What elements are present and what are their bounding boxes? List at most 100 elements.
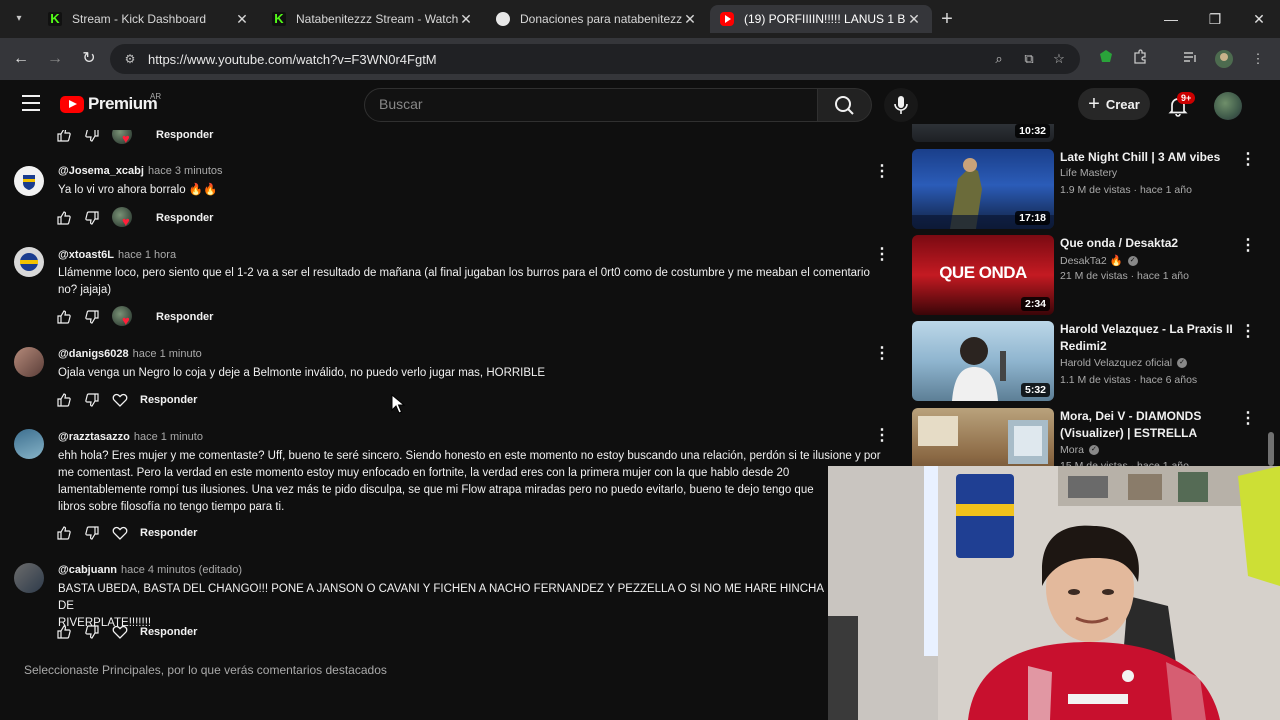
comment-options-icon[interactable]: ⋮ bbox=[874, 428, 890, 444]
video-thumbnail[interactable]: 17:18 bbox=[912, 149, 1054, 229]
dislike-icon[interactable] bbox=[84, 130, 100, 143]
dislike-icon[interactable] bbox=[84, 624, 100, 640]
reply-button[interactable]: Responder bbox=[140, 527, 197, 539]
reply-button[interactable]: Responder bbox=[140, 626, 197, 638]
heart-outline-icon[interactable] bbox=[112, 624, 128, 640]
comment-options-icon[interactable]: ⋮ bbox=[874, 247, 890, 263]
close-tab-icon[interactable]: ✕ bbox=[906, 11, 922, 28]
comment-time[interactable]: hace 1 minuto bbox=[133, 348, 202, 360]
new-tab-icon[interactable]: + bbox=[936, 8, 958, 30]
comment-options-icon[interactable]: ⋮ bbox=[874, 164, 890, 180]
search-box[interactable] bbox=[364, 88, 818, 122]
dislike-icon[interactable] bbox=[84, 210, 100, 226]
address-bar[interactable]: ⚙ https://www.youtube.com/watch?v=F3WN0r… bbox=[110, 44, 1080, 74]
avatar[interactable] bbox=[14, 247, 44, 277]
like-icon[interactable] bbox=[56, 309, 72, 325]
reply-button[interactable]: Responder bbox=[156, 130, 213, 141]
install-app-icon[interactable]: ⧉ bbox=[1020, 50, 1038, 68]
search-button[interactable] bbox=[818, 88, 872, 122]
close-tab-icon[interactable]: ✕ bbox=[458, 11, 474, 28]
like-icon[interactable] bbox=[56, 130, 72, 143]
browser-menu-icon[interactable]: ⋮ bbox=[1248, 49, 1268, 69]
like-icon[interactable] bbox=[56, 392, 72, 408]
create-button[interactable]: + Crear bbox=[1078, 88, 1150, 120]
site-info-icon[interactable]: ⚙ bbox=[122, 51, 138, 67]
extension-icon[interactable] bbox=[1096, 49, 1116, 69]
video-duration: 17:18 bbox=[1015, 211, 1050, 225]
comment-time[interactable]: hace 3 minutos bbox=[148, 165, 223, 177]
reply-button[interactable]: Responder bbox=[156, 212, 213, 224]
notifications-badge: 9+ bbox=[1177, 92, 1196, 104]
video-title[interactable]: Late Night Chill | 3 AM vibes bbox=[1060, 149, 1240, 166]
video-options-icon[interactable]: ⋮ bbox=[1240, 238, 1256, 254]
dislike-icon[interactable] bbox=[84, 525, 100, 541]
video-thumbnail[interactable]: 10:32 bbox=[912, 124, 1054, 142]
video-thumbnail[interactable]: QUE ONDA 2:34 bbox=[912, 235, 1054, 315]
comment-author[interactable]: @danigs6028 bbox=[58, 348, 129, 360]
voice-search-button[interactable] bbox=[884, 88, 918, 122]
video-thumbnail[interactable]: 5:32 bbox=[912, 321, 1054, 401]
video-options-icon[interactable]: ⋮ bbox=[1240, 324, 1256, 340]
profile-avatar-icon[interactable] bbox=[1214, 49, 1234, 69]
reload-icon[interactable]: ↻ bbox=[78, 48, 100, 70]
comment-time[interactable]: hace 4 minutos (editado) bbox=[121, 564, 242, 576]
reply-button[interactable]: Responder bbox=[156, 311, 213, 323]
close-tab-icon[interactable]: ✕ bbox=[682, 11, 698, 28]
url-text[interactable]: https://www.youtube.com/watch?v=F3WN0r4F… bbox=[148, 52, 437, 67]
avatar[interactable] bbox=[14, 347, 44, 377]
account-avatar[interactable] bbox=[1214, 92, 1242, 120]
comment-options-icon[interactable]: ⋮ bbox=[874, 346, 890, 362]
like-icon[interactable] bbox=[56, 210, 72, 226]
browser-tab[interactable]: K Stream - Kick Dashboard ✕ bbox=[38, 5, 260, 33]
heart-outline-icon[interactable] bbox=[112, 392, 128, 408]
browser-tab[interactable]: Donaciones para natabenitezzz ✕ bbox=[486, 5, 708, 33]
media-controls-icon[interactable] bbox=[1180, 49, 1200, 69]
comment-time[interactable]: hace 1 hora bbox=[118, 249, 176, 261]
scrollbar-thumb[interactable] bbox=[1268, 432, 1274, 466]
close-window-icon[interactable]: ✕ bbox=[1244, 8, 1274, 30]
menu-icon[interactable] bbox=[22, 95, 40, 111]
close-tab-icon[interactable]: ✕ bbox=[234, 11, 250, 28]
video-channel[interactable]: Mora ✓ bbox=[1060, 444, 1099, 456]
video-title[interactable]: Que onda / Desakta2 bbox=[1060, 235, 1240, 252]
comment-author[interactable]: @Josema_xcabj bbox=[58, 165, 144, 177]
video-channel[interactable]: Harold Velazquez oficial ✓ bbox=[1060, 357, 1188, 369]
video-channel[interactable]: DesakTa2 🔥 ✓ bbox=[1060, 254, 1138, 267]
search-input[interactable] bbox=[379, 96, 799, 112]
comment-author[interactable]: @xtoast6L bbox=[58, 249, 114, 261]
restore-icon[interactable]: ❐ bbox=[1200, 8, 1230, 30]
tab-search-chevron-icon[interactable]: ▾ bbox=[8, 9, 30, 29]
comment-author[interactable]: @razztasazzo bbox=[58, 431, 130, 443]
video-duration: 2:34 bbox=[1020, 297, 1050, 311]
dislike-icon[interactable] bbox=[84, 392, 100, 408]
youtube-premium-logo[interactable]: Premium bbox=[60, 94, 158, 114]
channel-name: DesakTa2 🔥 bbox=[1060, 255, 1123, 267]
video-title[interactable]: Harold Velazquez - La Praxis II Redimi2 bbox=[1060, 321, 1240, 355]
comment-author[interactable]: @cabjuann bbox=[58, 564, 117, 576]
channel-name: Harold Velazquez oficial bbox=[1060, 357, 1173, 369]
extensions-puzzle-icon[interactable] bbox=[1130, 49, 1150, 69]
comment-time[interactable]: hace 1 minuto bbox=[134, 431, 203, 443]
browser-tab-active[interactable]: (19) PORFIIIIN!!!!! LANUS 1 BOCA ✕ bbox=[710, 5, 932, 33]
forward-icon[interactable]: → bbox=[44, 48, 66, 70]
avatar[interactable] bbox=[14, 166, 44, 196]
avatar[interactable] bbox=[14, 429, 44, 459]
like-icon[interactable] bbox=[56, 624, 72, 640]
video-options-icon[interactable]: ⋮ bbox=[1240, 411, 1256, 427]
thumbnail-art bbox=[918, 416, 1048, 464]
video-thumbnail[interactable] bbox=[912, 408, 1054, 468]
browser-tab[interactable]: K Natabenitezzz Stream - Watch Live ✕ bbox=[262, 5, 484, 33]
video-title[interactable]: Mora, Dei V - DIAMONDS (Visualizer) | ES… bbox=[1060, 408, 1240, 442]
heart-outline-icon[interactable] bbox=[112, 525, 128, 541]
country-code: AR bbox=[150, 92, 162, 101]
video-channel[interactable]: Life Mastery bbox=[1060, 167, 1117, 179]
like-icon[interactable] bbox=[56, 525, 72, 541]
video-options-icon[interactable]: ⋮ bbox=[1240, 152, 1256, 168]
back-icon[interactable]: ← bbox=[10, 48, 32, 70]
avatar[interactable] bbox=[14, 563, 44, 593]
zoom-icon[interactable]: ⌕ bbox=[990, 50, 1008, 68]
reply-button[interactable]: Responder bbox=[140, 394, 197, 406]
minimize-icon[interactable]: — bbox=[1156, 8, 1186, 30]
dislike-icon[interactable] bbox=[84, 309, 100, 325]
bookmark-star-icon[interactable]: ☆ bbox=[1050, 50, 1068, 68]
